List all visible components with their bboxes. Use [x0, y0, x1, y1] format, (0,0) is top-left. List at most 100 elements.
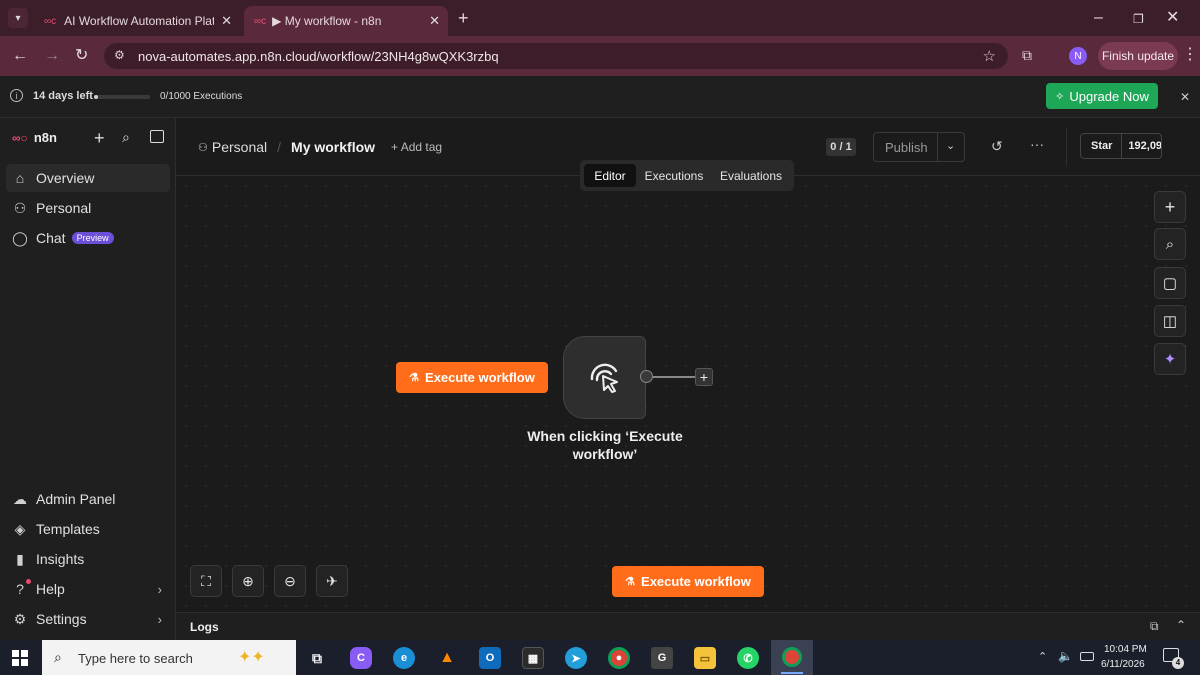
app-g-icon[interactable]: G	[651, 647, 673, 669]
address-bar[interactable]: ⚙ nova-automates.app.n8n.cloud/workflow/…	[104, 43, 1008, 69]
add-icon[interactable]: +	[94, 128, 105, 149]
whatsapp-icon[interactable]: ✆	[737, 647, 759, 669]
task-view-icon[interactable]: ⧉	[306, 647, 328, 669]
sticky-note-button[interactable]: ▢	[1154, 267, 1186, 299]
sidebar-item-templates[interactable]: ◈ Templates	[6, 515, 170, 543]
tidy-up-button[interactable]: ✈	[316, 565, 348, 597]
show-hidden-icons[interactable]: ⌃	[1038, 650, 1047, 663]
vlc-icon[interactable]: ▲	[436, 647, 458, 669]
back-icon[interactable]: ←	[12, 48, 28, 64]
sidebar-item-label: Admin Panel	[36, 491, 116, 507]
taskbar-time[interactable]: 10:04 PM	[1104, 644, 1147, 655]
zoom-in-button[interactable]: ⊕	[232, 565, 264, 597]
outlook-icon[interactable]: O	[479, 647, 501, 669]
templates-icon: ◈	[14, 520, 26, 537]
star-count: 192,094	[1121, 134, 1161, 158]
reload-icon[interactable]: ↻	[75, 48, 88, 64]
search-icon[interactable]: ⌕	[122, 129, 130, 146]
chevron-down-icon[interactable]: ⌄	[946, 139, 955, 152]
trigger-node[interactable]	[563, 336, 646, 419]
profile-avatar[interactable]: N	[1069, 47, 1087, 65]
sidebar-item-admin-panel[interactable]: ☁ Admin Panel	[6, 485, 170, 513]
copilot-icon[interactable]: C	[350, 647, 372, 669]
execute-workflow-button[interactable]: ⚗ Execute workflow	[396, 362, 548, 393]
execute-workflow-bottom-button[interactable]: ⚗ Execute workflow	[612, 566, 764, 597]
insights-icon: ▮	[16, 550, 24, 567]
tab-executions[interactable]: Executions	[642, 164, 706, 187]
zoom-out-button[interactable]: ⊖	[274, 565, 306, 597]
restore-icon[interactable]: ❐	[1133, 11, 1144, 27]
add-next-node-button[interactable]: +	[695, 368, 713, 386]
new-tab-icon[interactable]: +	[458, 9, 469, 27]
store-icon[interactable]: ▦	[522, 647, 544, 669]
browser-menu-icon[interactable]: ⋮	[1182, 47, 1198, 63]
taskbar-date[interactable]: 6/11/2026	[1101, 659, 1145, 670]
forward-icon[interactable]: →	[44, 48, 60, 64]
flask-icon: ⚗	[409, 372, 420, 384]
site-info-icon[interactable]: ⚙	[114, 48, 125, 62]
pop-out-icon[interactable]: ⧉	[1150, 619, 1159, 634]
counter-text: 0 / 1	[830, 141, 852, 153]
notification-count: 4	[1172, 657, 1184, 669]
brand-name: n8n	[33, 130, 57, 145]
sidebar-item-help[interactable]: ? Help ›	[6, 575, 170, 603]
version-counter: 0 / 1	[826, 138, 856, 156]
search-nodes-button[interactable]: ⌕	[1154, 228, 1186, 260]
toggle-panel-button[interactable]: ◫	[1154, 305, 1186, 337]
brand[interactable]: ∞○ n8n	[12, 130, 57, 145]
node-output-connector[interactable]	[640, 370, 653, 383]
extensions-icon[interactable]: ⧉	[1022, 47, 1032, 63]
browser-tab-inactive[interactable]: ∞c AI Workflow Automation Platfo ✕	[34, 6, 240, 36]
add-tag-button[interactable]: + Add tag	[391, 140, 442, 154]
tab-evaluations[interactable]: Evaluations	[716, 164, 786, 187]
telegram-icon[interactable]: ➤	[565, 647, 587, 669]
minimize-icon[interactable]: –	[1094, 10, 1103, 26]
collapse-sidebar-icon[interactable]	[150, 130, 164, 143]
sidebar-item-settings[interactable]: ⚙ Settings ›	[6, 605, 170, 633]
volume-icon[interactable]: 🔈	[1058, 649, 1073, 663]
tab-search-button[interactable]: ▾	[8, 8, 28, 28]
workflow-name[interactable]: My workflow	[291, 139, 375, 155]
n8n-logo-icon: ∞c	[44, 15, 57, 27]
execute-label: Execute workflow	[641, 574, 751, 589]
github-star-button[interactable]: Star 192,094	[1080, 133, 1162, 159]
chrome-active-taskbar-item[interactable]	[771, 640, 813, 675]
browser-tab-active[interactable]: ∞c ▶ My workflow - n8n ✕	[244, 6, 448, 36]
windows-start-icon[interactable]	[12, 650, 28, 666]
battery-icon[interactable]	[1080, 652, 1094, 661]
close-trial-bar-icon[interactable]: ✕	[1180, 90, 1190, 104]
close-tab-icon[interactable]: ✕	[429, 13, 440, 29]
chat-icon: ◯	[12, 229, 28, 246]
close-window-icon[interactable]: ✕	[1166, 10, 1179, 26]
sidebar-item-chat[interactable]: ◯ Chat Preview	[6, 224, 170, 252]
project-link[interactable]: Personal	[212, 139, 267, 155]
tab-editor[interactable]: Editor	[584, 164, 636, 187]
file-explorer-icon[interactable]: ▭	[694, 647, 716, 669]
taskbar-search-box[interactable]: ⌕ Type here to search ✦✦	[42, 640, 296, 675]
edge-icon[interactable]: e	[393, 647, 415, 669]
fit-view-button[interactable]: ⛶	[190, 565, 222, 597]
sidebar-item-label: Chat	[36, 230, 66, 246]
publish-button[interactable]: Publish ⌄	[873, 132, 965, 162]
workflow-canvas[interactable]	[176, 176, 1200, 612]
more-options-icon[interactable]: ···	[1030, 136, 1044, 152]
url-text[interactable]: nova-automates.app.n8n.cloud/workflow/23…	[138, 49, 499, 64]
add-node-button[interactable]: +	[1154, 191, 1186, 223]
sidebar-item-insights[interactable]: ▮ Insights	[6, 545, 170, 573]
sidebar: ∞○ n8n + ⌕ ⌂ Overview ⚇ Personal ◯ Chat …	[0, 118, 176, 640]
sparkle-icon: ✦✦	[238, 649, 265, 666]
finish-update-button[interactable]: Finish update	[1098, 42, 1178, 70]
ai-assistant-button[interactable]: ✦	[1154, 343, 1186, 375]
logs-bar[interactable]: Logs ⧉ ⌃	[176, 612, 1200, 640]
breadcrumb-separator: /	[277, 139, 282, 155]
bookmark-star-icon[interactable]: ☆	[983, 47, 996, 65]
history-icon[interactable]: ↺	[991, 138, 1003, 155]
chevron-right-icon: ›	[157, 611, 162, 627]
expand-logs-icon[interactable]: ⌃	[1176, 618, 1186, 632]
chrome-icon[interactable]: ●	[608, 647, 630, 669]
close-tab-icon[interactable]: ✕	[221, 13, 232, 29]
sidebar-item-overview[interactable]: ⌂ Overview	[6, 164, 170, 192]
n8n-logo-icon: ∞○	[12, 130, 28, 145]
sidebar-item-personal[interactable]: ⚇ Personal	[6, 194, 170, 222]
upgrade-now-button[interactable]: ✧ Upgrade Now	[1046, 83, 1158, 109]
